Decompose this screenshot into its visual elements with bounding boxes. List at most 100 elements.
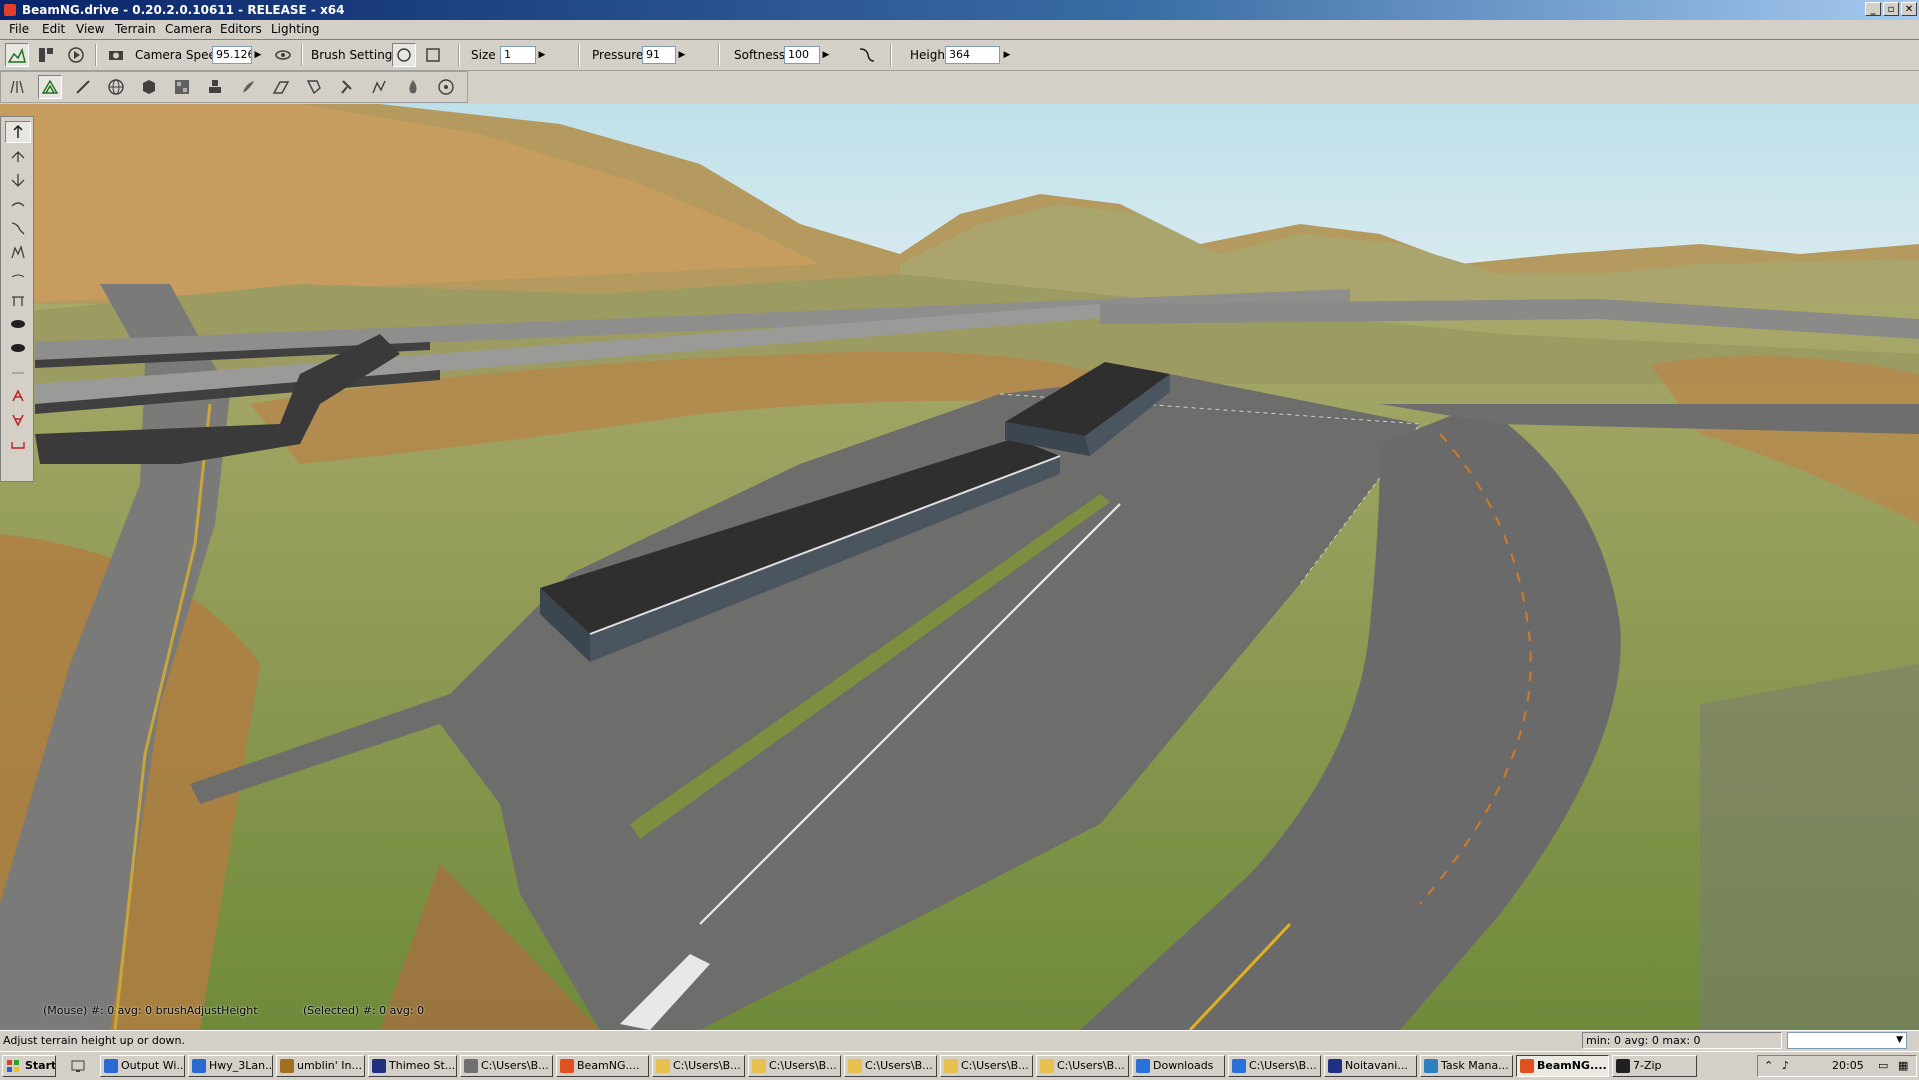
menu-editors[interactable]: Editors bbox=[220, 22, 262, 36]
taskbar-task-11[interactable]: Downloads bbox=[1132, 1055, 1225, 1077]
3d-viewport[interactable] bbox=[0, 104, 1919, 1030]
decal-road-button[interactable] bbox=[302, 75, 326, 99]
panels-icon bbox=[39, 48, 53, 62]
mesh-road-icon bbox=[272, 81, 290, 94]
folder-icon bbox=[752, 1059, 766, 1073]
terrain-editor-mode-button[interactable] bbox=[38, 75, 62, 99]
window-icon bbox=[192, 1059, 206, 1073]
clock[interactable]: 20:05 bbox=[1832, 1059, 1864, 1072]
taskbar-task-5[interactable]: BeamNG.... bbox=[556, 1055, 649, 1077]
flatten-tool[interactable] bbox=[5, 265, 31, 287]
terrain-editor-button[interactable] bbox=[5, 43, 29, 67]
lower-height-tool[interactable] bbox=[5, 145, 31, 167]
taskbar-task-2[interactable]: umblin' In... bbox=[276, 1055, 365, 1077]
menu-view[interactable]: View bbox=[76, 22, 104, 36]
softness-field[interactable]: 100 bbox=[784, 46, 820, 64]
smooth-tool[interactable] bbox=[5, 193, 31, 215]
menu-lighting[interactable]: Lighting bbox=[271, 22, 320, 36]
taskbar-task-6[interactable]: C:\Users\B... bbox=[652, 1055, 745, 1077]
title-bar: BeamNG.drive - 0.20.2.0.10611 - RELEASE … bbox=[0, 0, 1919, 20]
softness-arrow[interactable]: ▶ bbox=[820, 46, 832, 64]
taskbar-task-label: BeamNG.... bbox=[577, 1059, 640, 1072]
size-arrow[interactable]: ▶ bbox=[536, 46, 548, 64]
status-stats: min: 0 avg: 0 max: 0 bbox=[1582, 1032, 1782, 1049]
adjust-height-tool[interactable] bbox=[5, 169, 31, 191]
menu-terrain[interactable]: Terrain bbox=[115, 22, 156, 36]
noise-tool[interactable] bbox=[5, 241, 31, 263]
restore-button[interactable]: ▫ bbox=[1883, 2, 1899, 16]
pressure-arrow[interactable]: ▶ bbox=[676, 46, 688, 64]
size-label: Size bbox=[471, 48, 496, 62]
taskbar-task-4[interactable]: C:\Users\B... bbox=[460, 1055, 553, 1077]
taskbar-task-15[interactable]: BeamNG.... bbox=[1516, 1055, 1609, 1077]
visibility-button[interactable] bbox=[271, 43, 295, 67]
taskbar-task-16[interactable]: 7-Zip bbox=[1612, 1055, 1697, 1077]
object-editor-button[interactable] bbox=[5, 75, 29, 99]
taskbar-task-9[interactable]: C:\Users\B... bbox=[940, 1055, 1033, 1077]
paint-material-tool[interactable] bbox=[5, 361, 31, 383]
restore-terrain-tool[interactable] bbox=[5, 337, 31, 359]
pressure-field[interactable]: 91 bbox=[642, 46, 676, 64]
taskbar-task-12[interactable]: C:\Users\B... bbox=[1228, 1055, 1321, 1077]
menu-edit[interactable]: Edit bbox=[42, 22, 65, 36]
taskbar-task-7[interactable]: C:\Users\B... bbox=[748, 1055, 841, 1077]
taskbar-task-10[interactable]: C:\Users\B... bbox=[1036, 1055, 1129, 1077]
volume-icon[interactable]: ♪ bbox=[1782, 1059, 1789, 1072]
taskbar-task-0[interactable]: Output Wi... bbox=[100, 1055, 185, 1077]
play-button[interactable] bbox=[64, 43, 88, 67]
camera-speed-field[interactable]: 95.126 bbox=[212, 46, 252, 64]
circle-brush-button[interactable] bbox=[392, 43, 416, 67]
softness-label: Softness bbox=[734, 48, 786, 62]
close-button[interactable]: ✕ bbox=[1901, 2, 1917, 16]
status-combo[interactable]: ▼ bbox=[1787, 1032, 1907, 1049]
taskbar-task-14[interactable]: Task Mana... bbox=[1420, 1055, 1513, 1077]
decal-editor-button[interactable] bbox=[335, 75, 359, 99]
square-brush-button[interactable] bbox=[421, 43, 445, 67]
red-lower-icon bbox=[12, 414, 24, 427]
taskbar-task-13[interactable]: Noitavani... bbox=[1324, 1055, 1417, 1077]
set-height-tool[interactable] bbox=[5, 289, 31, 311]
taskbar: Start Output Wi... Hwy_3Lan... umblin' In.… bbox=[0, 1051, 1919, 1080]
paint-red-tool[interactable] bbox=[5, 385, 31, 407]
network-icon[interactable]: ▦ bbox=[1898, 1059, 1908, 1072]
taskbar-task-1[interactable]: Hwy_3Lan... bbox=[188, 1055, 273, 1077]
shape-editor-button[interactable] bbox=[137, 75, 161, 99]
show-desktop-button[interactable] bbox=[62, 1055, 94, 1077]
forest-editor-button[interactable] bbox=[203, 75, 227, 99]
clear-terrain-tool[interactable] bbox=[5, 313, 31, 335]
menu-file[interactable]: File bbox=[9, 22, 29, 36]
road-editor-button[interactable] bbox=[71, 75, 95, 99]
paint-red-lower-tool[interactable] bbox=[5, 409, 31, 431]
camera-button[interactable] bbox=[104, 43, 128, 67]
mesh-road-button[interactable] bbox=[269, 75, 293, 99]
beamng-icon bbox=[1520, 1059, 1534, 1073]
menu-camera[interactable]: Camera bbox=[165, 22, 212, 36]
taskbar-task-3[interactable]: Thimeo St... bbox=[368, 1055, 457, 1077]
raise-height-tool[interactable] bbox=[5, 121, 31, 143]
height-field[interactable]: 364 bbox=[945, 46, 1000, 64]
size-field[interactable]: 1 bbox=[500, 46, 536, 64]
terrain-editor-icon bbox=[8, 47, 26, 63]
zip-icon bbox=[1616, 1059, 1630, 1073]
particle-editor-button[interactable] bbox=[401, 75, 425, 99]
taskbar-task-label: Thimeo St... bbox=[389, 1059, 456, 1072]
slope-tool[interactable] bbox=[5, 217, 31, 239]
taskbar-task-label: umblin' In... bbox=[297, 1059, 362, 1072]
camera-speed-arrow[interactable]: ▶ bbox=[252, 46, 264, 64]
navmesh-button[interactable] bbox=[368, 75, 392, 99]
notification-icon[interactable]: ▭ bbox=[1878, 1059, 1888, 1072]
height-arrow[interactable]: ▶ bbox=[1001, 46, 1013, 64]
menu-bar: File Edit View Terrain Camera Editors Li… bbox=[0, 20, 1919, 40]
taskbar-task-label: Downloads bbox=[1153, 1059, 1214, 1072]
start-button[interactable]: Start bbox=[2, 1055, 56, 1077]
material-painter-button[interactable] bbox=[170, 75, 194, 99]
taskbar-task-8[interactable]: C:\Users\B... bbox=[844, 1055, 937, 1077]
minimize-button[interactable]: _ bbox=[1865, 2, 1881, 16]
sound-editor-button[interactable] bbox=[434, 75, 458, 99]
tray-expand-icon[interactable]: ⌃ bbox=[1764, 1059, 1773, 1072]
globe-editor-button[interactable] bbox=[104, 75, 128, 99]
softness-curve-button[interactable] bbox=[855, 43, 879, 67]
paint-red-flat-tool[interactable] bbox=[5, 433, 31, 455]
river-editor-button[interactable] bbox=[236, 75, 260, 99]
scene-tree-button[interactable] bbox=[34, 43, 58, 67]
